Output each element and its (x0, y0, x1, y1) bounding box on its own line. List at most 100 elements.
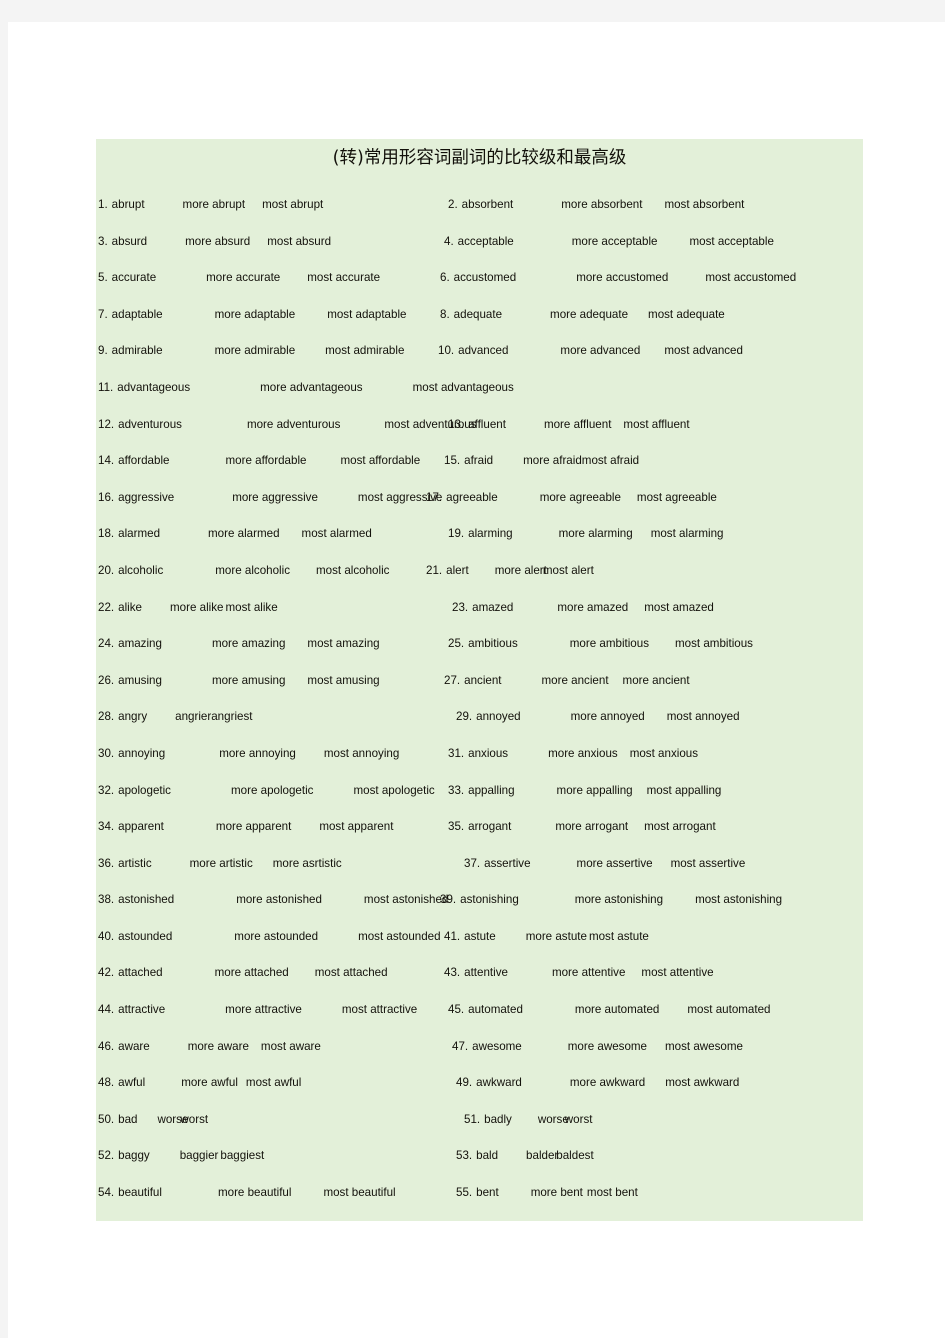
entry-superlative-form: most affordable (340, 454, 421, 468)
entry-group-right: 4. acceptable more acceptable most acceptab… (444, 232, 774, 250)
entry-number: 48. (98, 1076, 115, 1090)
entry-group-left: 34. apparent more apparent most apparent (98, 817, 393, 835)
entry-comparative-form: more accustomed (576, 271, 669, 285)
entry-base-form: amazing (118, 637, 162, 651)
entry-row: 36. artistic more artistic more asrtistic 37… (96, 854, 863, 891)
entry-superlative-form: most alarmed (301, 527, 372, 541)
entry-row: 3. absurd more absurd most absurd 4. acceptab… (96, 232, 863, 269)
entry-base-form: affordable (118, 454, 170, 468)
adjective-entry-list: 1. abrupt more abrupt most abrupt 2. absorben… (96, 195, 863, 1220)
entry-comparative-form: more accurate (206, 271, 281, 285)
entry-number: 24. (98, 637, 115, 651)
entry-row: 18. alarmed more alarmed most alarmed 19. ala… (96, 524, 863, 561)
entry-row: 24. amazing more amazing most amazing 25. amb… (96, 634, 863, 671)
entry-base-form: bad (118, 1112, 138, 1126)
entry-number: 29. (456, 710, 473, 724)
entry-superlative-form: most accurate (307, 271, 381, 285)
entry-superlative-form: most ambitious (675, 637, 753, 651)
entry-group-left: 40. astounded more astounded most astounded (98, 927, 441, 945)
entry-base-form: bald (476, 1149, 499, 1163)
entry-group-right: 21. alert more alertmost alert (426, 561, 594, 579)
entry-comparative-form: more amazing (211, 637, 286, 651)
entry-group-right: 43. attentive more attentive most attentive (444, 963, 714, 981)
entry-number: 50. (98, 1112, 115, 1126)
entry-base-form: attentive (464, 966, 508, 980)
entry-number: 16. (98, 490, 115, 504)
entry-group-left: 50. bad worseworst (98, 1110, 208, 1128)
entry-base-form: angry (118, 710, 148, 724)
entry-group-left: 22. alike more alike most alike (98, 598, 278, 616)
entry-comparative-form: baggier (179, 1149, 219, 1163)
entry-superlative-form: more ancient (622, 673, 690, 687)
entry-base-form: absorbent (461, 198, 514, 211)
entry-row: 16. aggressive more aggressive most aggress… (96, 488, 863, 525)
entry-base-form: anxious (468, 746, 509, 760)
entry-comparative-form: more apparent (215, 820, 292, 834)
entry-comparative-form: more ambitious (569, 637, 650, 651)
entry-number: 7. (98, 307, 108, 321)
entry-comparative-form: angrier (175, 710, 212, 724)
entry-base-form: astonished (118, 893, 175, 907)
entry-number: 22. (98, 600, 115, 614)
entry-number: 17. (426, 490, 443, 504)
entry-base-form: alert (446, 563, 469, 577)
entry-superlative-form: most admirable (325, 344, 405, 358)
entry-comparative-form: more absurd (185, 234, 251, 248)
entry-base-form: acceptable (457, 234, 514, 248)
entry-group-left: 26. amusing more amusing most amusing (98, 671, 380, 689)
entry-superlative-form: most anxious (629, 746, 699, 760)
entry-comparative-form: more assertive (576, 856, 653, 870)
entry-base-form: bent (476, 1186, 499, 1200)
entry-superlative-form: most abrupt (262, 198, 324, 211)
entry-comparative-form: more awkward (569, 1076, 646, 1090)
entry-group-left: 1. abrupt more abrupt most abrupt (98, 195, 323, 213)
entry-number: 10. (438, 344, 455, 358)
entry-comparative-form: more affluent (543, 417, 612, 431)
entry-number: 13. (448, 417, 465, 431)
entry-group-right: 2. absorbent more absorbent most absorbent (448, 195, 744, 213)
entry-comparative-form: more acceptable (571, 234, 658, 248)
entry-number: 25. (448, 637, 465, 651)
entry-base-form: attached (118, 966, 163, 980)
entry-number: 12. (98, 417, 115, 431)
entry-comparative-form: more astute (525, 929, 587, 943)
entry-number: 20. (98, 563, 115, 577)
entry-superlative-form: most amusing (307, 673, 380, 687)
entry-row: 46. aware more aware most aware 47. awesome mo… (96, 1037, 863, 1074)
entry-row: 54. beautiful more beautiful most beautiful… (96, 1183, 863, 1220)
entry-superlative-form: most astounded (358, 929, 441, 943)
entry-comparative-form: more adaptable (214, 307, 296, 321)
entry-row: 38. astonished more astonished most astonis… (96, 890, 863, 927)
entry-number: 19. (448, 527, 465, 541)
entry-group-right: 41. astute more astute most astute (444, 927, 649, 945)
entry-number: 43. (444, 966, 461, 980)
entry-comparative-form: more astonished (236, 893, 322, 907)
entry-group-right: 13. affluent more affluent most affluent (448, 415, 690, 433)
entry-group-left: 38. astonished more astonished most astonis… (98, 890, 448, 908)
entry-base-form: aggressive (118, 490, 175, 504)
entry-group-right: 6. accustomed more accustomed most accustom… (440, 268, 796, 286)
entry-comparative-form: more amazed (557, 600, 629, 614)
entry-group-left: 28. angry angrierangriest (98, 707, 252, 725)
entry-superlative-form: most adequate (648, 307, 725, 321)
entry-row: 11. advantageous more advantageous most adv… (96, 378, 863, 415)
entry-group-right: 8. adequate more adequate most adequate (440, 305, 725, 323)
entry-comparative-form: more attentive (551, 966, 626, 980)
entry-number: 49. (456, 1076, 473, 1090)
entry-comparative-form: more annoyed (570, 710, 645, 724)
entry-number: 35. (448, 820, 465, 834)
entry-row: 12. adventurous more adventurous most adven… (96, 415, 863, 452)
entry-number: 18. (98, 527, 115, 541)
entry-number: 5. (98, 271, 108, 285)
entry-group-left: 18. alarmed more alarmed most alarmed (98, 524, 372, 542)
entry-row: 50. bad worseworst 51. badly worseworst (96, 1110, 863, 1147)
entry-superlative-form: most arrogant (644, 820, 716, 834)
entry-comparative-form: more alcoholic (215, 563, 290, 577)
entry-base-form: alike (118, 600, 142, 614)
entry-number: 45. (448, 1003, 465, 1017)
entry-number: 14. (98, 454, 115, 468)
entry-row: 52. baggy baggier baggiest 53. bald balderbald… (96, 1146, 863, 1183)
entry-base-form: adaptable (111, 307, 163, 321)
entry-superlative-form: most advanced (664, 344, 743, 358)
entry-row: 9. admirable more admirable most admirable 1… (96, 341, 863, 378)
